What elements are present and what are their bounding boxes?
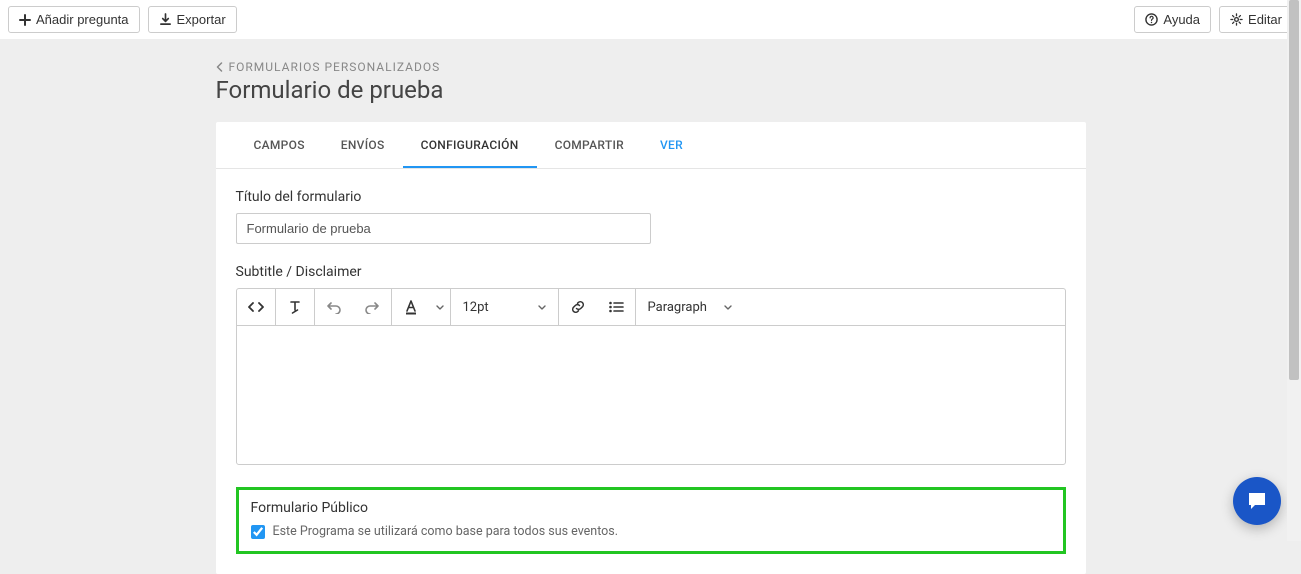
chevron-down-icon — [538, 305, 546, 310]
edit-label: Editar — [1248, 12, 1282, 27]
editor-toolbar: 12pt — [236, 288, 1066, 325]
public-checkbox[interactable] — [251, 525, 265, 539]
breadcrumb-label: FORMULARIOS PERSONALIZADOS — [229, 60, 441, 74]
redo-button[interactable] — [353, 289, 391, 325]
font-size-select[interactable]: 12pt — [451, 289, 559, 325]
bullet-list-button[interactable] — [597, 289, 635, 325]
public-checkbox-label: Este Programa se utilizará como base par… — [273, 524, 619, 539]
public-checkbox-row[interactable]: Este Programa se utilizará como base par… — [251, 524, 1051, 539]
text-color-caret[interactable] — [430, 289, 450, 325]
chevron-left-icon — [216, 62, 223, 72]
public-form-title: Formulario Público — [251, 500, 1051, 516]
chat-icon — [1245, 489, 1269, 513]
plus-icon — [19, 14, 31, 26]
breadcrumb[interactable]: FORMULARIOS PERSONALIZADOS — [216, 60, 1086, 74]
editor-wrapper: Subtitle / Disclaimer — [236, 264, 1066, 465]
tab-envios[interactable]: ENVÍOS — [323, 122, 403, 168]
link-button[interactable] — [559, 289, 597, 325]
clear-format-button[interactable] — [276, 289, 314, 325]
card: CAMPOS ENVÍOS CONFIGURACIÓN COMPARTIR VE… — [216, 122, 1086, 574]
font-size-value: 12pt — [463, 300, 489, 315]
export-button[interactable]: Exportar — [148, 6, 237, 33]
text-color-button[interactable] — [392, 289, 430, 325]
chevron-down-icon — [724, 305, 732, 310]
clear-format-icon — [287, 299, 303, 315]
scrollbar-thumb[interactable] — [1289, 0, 1299, 380]
block-type-value: Paragraph — [648, 300, 707, 315]
chat-bubble-button[interactable] — [1233, 477, 1281, 525]
help-label: Ayuda — [1163, 12, 1200, 27]
code-icon — [247, 300, 265, 314]
public-form-highlight: Formulario Público Este Programa se util… — [236, 487, 1066, 554]
redo-icon — [364, 300, 380, 314]
text-color-icon — [404, 299, 418, 315]
bullet-list-icon — [608, 300, 624, 314]
tab-campos[interactable]: CAMPOS — [236, 122, 323, 168]
tabs: CAMPOS ENVÍOS CONFIGURACIÓN COMPARTIR VE… — [216, 122, 1086, 169]
code-view-button[interactable] — [237, 289, 275, 325]
undo-button[interactable] — [315, 289, 353, 325]
link-icon — [570, 299, 586, 315]
tab-compartir[interactable]: COMPARTIR — [537, 122, 642, 168]
add-question-label: Añadir pregunta — [36, 12, 129, 27]
toolbar-left: Añadir pregunta Exportar — [8, 6, 237, 33]
edit-button[interactable]: Editar — [1219, 6, 1293, 33]
add-question-button[interactable]: Añadir pregunta — [8, 6, 140, 33]
page-title: Formulario de prueba — [216, 76, 1086, 104]
help-button[interactable]: Ayuda — [1134, 6, 1211, 33]
help-icon — [1145, 13, 1158, 26]
editor-textarea[interactable] — [236, 325, 1066, 465]
form-section: Título del formulario Subtitle / Disclai… — [216, 169, 1086, 574]
tab-configuracion[interactable]: CONFIGURACIÓN — [403, 122, 537, 168]
scrollbar[interactable] — [1287, 0, 1301, 541]
top-toolbar: Añadir pregunta Exportar Ayuda Editar — [0, 0, 1301, 40]
chevron-down-icon — [436, 305, 444, 310]
export-label: Exportar — [177, 12, 226, 27]
tab-ver[interactable]: VER — [642, 122, 701, 168]
block-type-select[interactable]: Paragraph — [636, 289, 744, 325]
title-label: Título del formulario — [236, 189, 1066, 205]
gear-icon — [1230, 13, 1243, 26]
download-icon — [159, 13, 172, 26]
subtitle-label: Subtitle / Disclaimer — [236, 264, 1066, 280]
main-container: FORMULARIOS PERSONALIZADOS Formulario de… — [216, 60, 1086, 574]
title-input[interactable] — [236, 213, 651, 244]
toolbar-right: Ayuda Editar — [1134, 6, 1293, 33]
undo-icon — [326, 300, 342, 314]
